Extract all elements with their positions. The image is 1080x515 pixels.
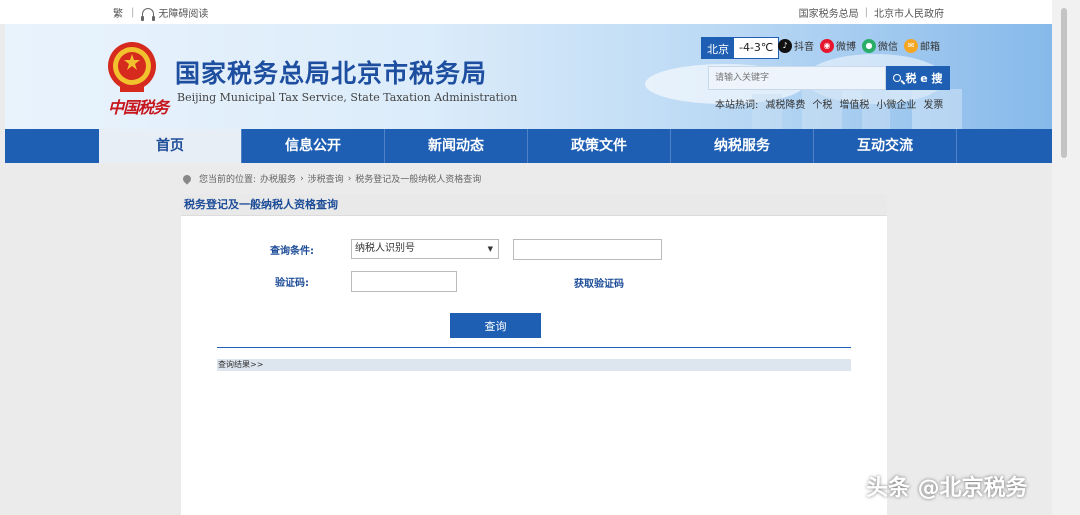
- nav-item-disclosure[interactable]: 信息公开: [242, 129, 385, 163]
- weather-temp: -4-3℃: [734, 38, 779, 58]
- site-search: 税 e 搜: [708, 66, 950, 90]
- condition-label: 查询条件:: [270, 246, 314, 257]
- hot-word[interactable]: 个税: [812, 96, 832, 111]
- hot-word[interactable]: 减税降费: [765, 96, 805, 111]
- accessibility-link[interactable]: 无障碍阅读: [141, 5, 209, 21]
- weather-widget: 北京 -4-3℃: [701, 37, 780, 59]
- weibo-icon: ◉: [820, 38, 834, 53]
- query-panel: 税务登记及一般纳税人资格查询 查询条件: 纳税人识别号 ▼ 验证码: 获取验证码…: [181, 194, 887, 515]
- breadcrumb: 您当前的位置: 办税服务 › 涉税查询 › 税务登记及一般纳税人资格查询: [181, 172, 482, 185]
- location-pin-icon: [181, 172, 193, 185]
- hot-word[interactable]: 发票: [923, 96, 943, 111]
- headphone-icon: [141, 7, 156, 21]
- main-nav: 首页 信息公开 新闻动态 政策文件 纳税服务 互动交流: [5, 129, 1052, 163]
- taxpayer-id-input[interactable]: [513, 239, 662, 260]
- hot-word[interactable]: 小微企业: [876, 96, 916, 111]
- mail-link[interactable]: ✉ 邮箱: [904, 38, 940, 53]
- douyin-label: 抖音: [794, 42, 814, 53]
- page: 繁 | 无障碍阅读 国家税务总局 | 北京市人民政府 中国税务 国家税务总局北京…: [0, 0, 1080, 515]
- hot-words: 本站热词: 减税降费 个税 增值税 小微企业 发票: [715, 96, 943, 111]
- condition-select[interactable]: 纳税人识别号 ▼: [351, 239, 499, 259]
- search-button-label: 税 e 搜: [905, 72, 943, 85]
- page-scrollbar[interactable]: [1052, 0, 1080, 515]
- divider: |: [131, 7, 135, 18]
- weibo-link[interactable]: ◉ 微博: [820, 38, 856, 53]
- scrollbar-thumb[interactable]: [1061, 8, 1067, 158]
- national-emblem-icon: [108, 42, 156, 92]
- search-input[interactable]: [708, 66, 886, 90]
- site-title: 国家税务总局北京市税务局: [175, 59, 488, 88]
- weibo-label: 微博: [836, 42, 856, 53]
- divider-line: [217, 347, 851, 348]
- condition-selected-value: 纳税人识别号: [355, 243, 415, 254]
- weather-city: 北京: [702, 38, 734, 58]
- mail-icon: ✉: [904, 38, 918, 53]
- divider: |: [864, 7, 868, 18]
- get-captcha-link[interactable]: 获取验证码: [574, 275, 624, 290]
- breadcrumb-item[interactable]: 办税服务: [260, 172, 296, 185]
- wechat-label: 微信: [878, 42, 898, 53]
- watermark: 头条 @北京税务: [866, 476, 1028, 501]
- search-icon: [893, 74, 902, 82]
- top-utility-bar: 繁 | 无障碍阅读 国家税务总局 | 北京市人民政府: [0, 0, 1052, 24]
- mail-label: 邮箱: [920, 42, 940, 53]
- query-button[interactable]: 查询: [450, 313, 541, 338]
- hot-words-label: 本站热词:: [715, 100, 759, 111]
- tax-logo-text: 中国税务: [108, 98, 169, 117]
- social-links: ♪ 抖音 ◉ 微博 ● 微信 ✉ 邮箱: [778, 38, 940, 53]
- breadcrumb-separator: ›: [300, 173, 304, 184]
- breadcrumb-prefix: 您当前的位置:: [199, 175, 257, 185]
- hot-word[interactable]: 增值税: [839, 96, 869, 111]
- nav-item-home[interactable]: 首页: [99, 129, 242, 163]
- douyin-icon: ♪: [778, 38, 792, 53]
- nav-item-policy[interactable]: 政策文件: [528, 129, 671, 163]
- nav-item-tax-service[interactable]: 纳税服务: [671, 129, 814, 163]
- douyin-link[interactable]: ♪ 抖音: [778, 38, 814, 53]
- dropdown-arrow-icon: ▼: [487, 245, 493, 253]
- site-title-en: Beijing Municipal Tax Service, State Tax…: [177, 91, 518, 104]
- breadcrumb-item[interactable]: 涉税查询: [308, 172, 344, 185]
- query-result-bar: 查询结果>>: [217, 359, 851, 371]
- breadcrumb-separator: ›: [347, 173, 352, 184]
- breadcrumb-item-current: 税务登记及一般纳税人资格查询: [355, 175, 482, 185]
- captcha-input[interactable]: [351, 271, 457, 292]
- accessibility-label: 无障碍阅读: [158, 9, 209, 20]
- traditional-chinese-link[interactable]: 繁: [113, 5, 123, 20]
- captcha-label: 验证码:: [275, 278, 309, 289]
- wechat-link[interactable]: ● 微信: [862, 38, 898, 53]
- wechat-icon: ●: [862, 38, 876, 53]
- header-banner: 中国税务 国家税务总局北京市税务局 Beijing Municipal Tax …: [5, 24, 1052, 129]
- panel-title: 税务登记及一般纳税人资格查询: [181, 194, 887, 216]
- search-button[interactable]: 税 e 搜: [886, 66, 950, 90]
- nav-item-interaction[interactable]: 互动交流: [814, 129, 957, 163]
- sat-link[interactable]: 国家税务总局: [799, 5, 859, 20]
- beijing-gov-link[interactable]: 北京市人民政府: [874, 5, 944, 20]
- nav-item-news[interactable]: 新闻动态: [385, 129, 528, 163]
